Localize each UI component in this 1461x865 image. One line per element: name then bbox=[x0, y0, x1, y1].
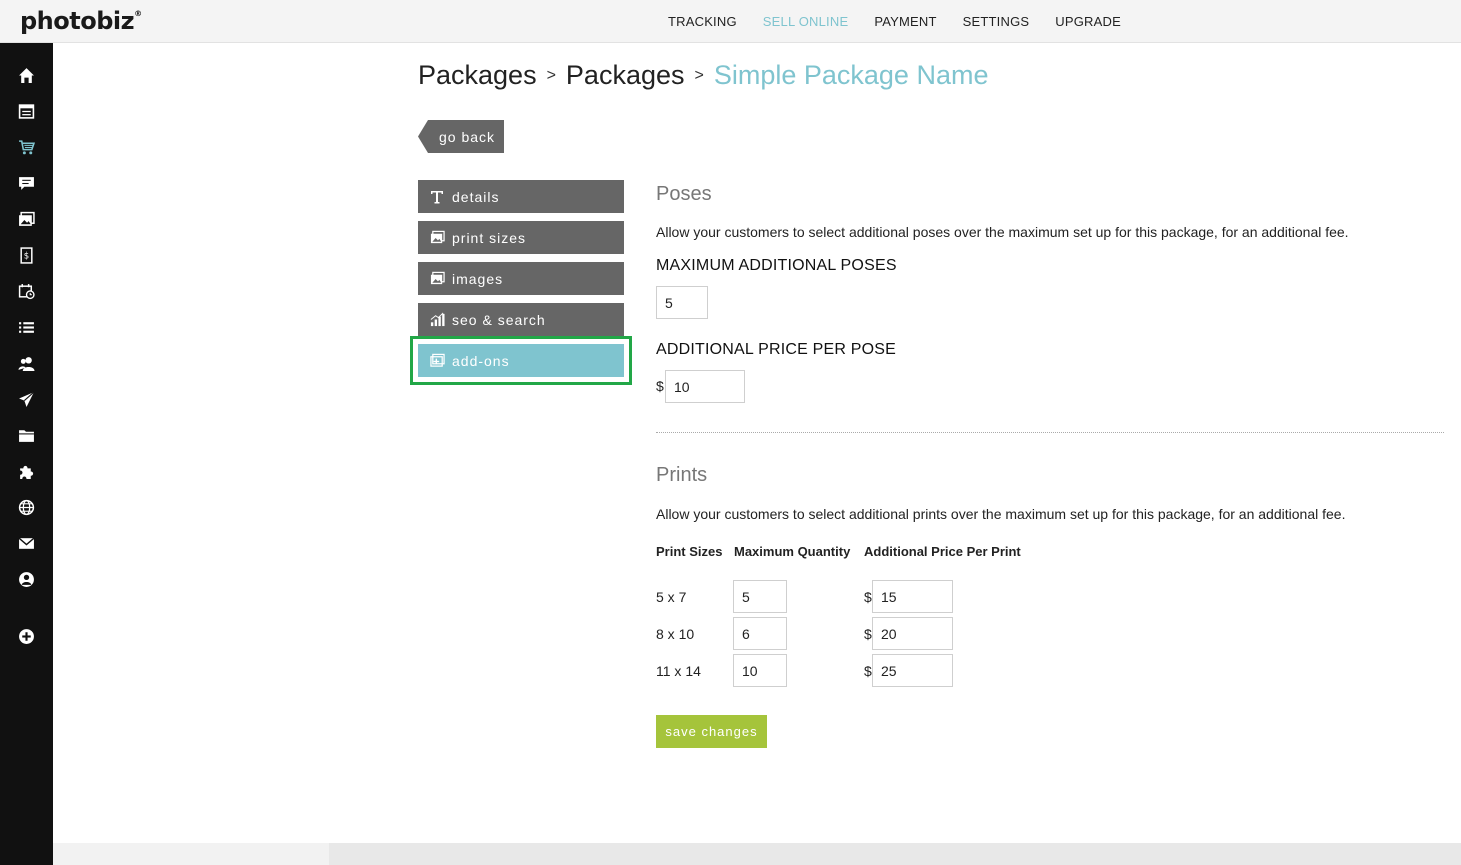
schedule-icon[interactable] bbox=[17, 282, 36, 301]
topnav-upgrade[interactable]: UPGRADE bbox=[1055, 14, 1121, 29]
mail-icon[interactable] bbox=[17, 534, 36, 553]
max-qty-input[interactable]: 5 bbox=[733, 580, 787, 613]
print-size-label: 11 x 14 bbox=[656, 663, 701, 679]
price-per-pose-input[interactable]: 10 bbox=[665, 370, 745, 403]
footer-panel bbox=[329, 843, 1461, 865]
menu-item-label: print sizes bbox=[452, 229, 527, 246]
topnav-settings[interactable]: SETTINGS bbox=[963, 14, 1030, 29]
currency-symbol: $ bbox=[864, 663, 872, 679]
breadcrumb-packages-2[interactable]: Packages bbox=[566, 60, 685, 91]
prints-title: Prints bbox=[656, 464, 708, 486]
top-bar: photobiz® TRACKING SELL ONLINE PAYMENT S… bbox=[0, 0, 1461, 43]
puzzle-icon[interactable] bbox=[17, 462, 36, 481]
price-input[interactable]: 25 bbox=[872, 654, 953, 687]
max-qty-input[interactable]: 6 bbox=[733, 617, 787, 650]
topnav-payment[interactable]: PAYMENT bbox=[874, 14, 936, 29]
logo[interactable]: photobiz® bbox=[20, 7, 142, 35]
top-nav: TRACKING SELL ONLINE PAYMENT SETTINGS UP… bbox=[655, 0, 1134, 43]
folder-icon[interactable] bbox=[17, 426, 36, 445]
sidebar: $ bbox=[0, 43, 53, 865]
menu-item-label: seo & search bbox=[452, 311, 546, 328]
add-circle-icon[interactable] bbox=[17, 627, 36, 646]
cart-icon[interactable] bbox=[17, 138, 36, 157]
currency-symbol: $ bbox=[864, 626, 872, 642]
prints-description: Allow your customers to select additiona… bbox=[656, 506, 1346, 522]
print-size-label: 8 x 10 bbox=[656, 626, 695, 642]
max-qty-input[interactable]: 10 bbox=[733, 654, 787, 687]
chat-icon[interactable] bbox=[17, 174, 36, 193]
breadcrumb: Packages > Packages > Simple Package Nam… bbox=[418, 60, 988, 91]
section-divider bbox=[656, 432, 1444, 433]
breadcrumb-packages-1[interactable]: Packages bbox=[418, 60, 537, 91]
calendar-list-icon[interactable] bbox=[17, 102, 36, 121]
col-max-quantity: Maximum Quantity bbox=[734, 544, 851, 559]
send-icon[interactable] bbox=[17, 390, 36, 409]
selection-highlight bbox=[410, 336, 632, 385]
currency-symbol: $ bbox=[864, 589, 872, 605]
save-changes-button[interactable]: save changes bbox=[656, 715, 767, 748]
image-icon bbox=[428, 229, 446, 247]
globe-icon[interactable] bbox=[17, 498, 36, 517]
currency-symbol: $ bbox=[656, 378, 664, 394]
breadcrumb-separator: > bbox=[694, 66, 704, 84]
image-icon bbox=[428, 270, 446, 288]
menu-item-images[interactable]: images bbox=[418, 262, 624, 295]
signal-icon bbox=[428, 311, 446, 329]
svg-text:$: $ bbox=[24, 252, 29, 262]
price-per-pose-label: ADDITIONAL PRICE PER POSE bbox=[656, 341, 897, 358]
price-input[interactable]: 15 bbox=[872, 580, 953, 613]
menu-item-label: images bbox=[452, 270, 504, 287]
footer-bar bbox=[53, 843, 1461, 865]
max-poses-label: MAXIMUM ADDITIONAL POSES bbox=[656, 257, 897, 274]
invoice-icon[interactable]: $ bbox=[17, 246, 36, 265]
menu-item-print-sizes[interactable]: print sizes bbox=[418, 221, 624, 254]
menu-item-seo-search[interactable]: seo & search bbox=[418, 303, 624, 336]
logo-text: photobiz bbox=[20, 7, 135, 35]
logo-mark: ® bbox=[134, 9, 142, 18]
menu-item-label: details bbox=[452, 188, 500, 205]
poses-title: Poses bbox=[656, 183, 712, 205]
col-price-per-print: Additional Price Per Print bbox=[864, 544, 1021, 559]
go-back-button[interactable]: go back bbox=[418, 120, 504, 153]
poses-description: Allow your customers to select additiona… bbox=[656, 224, 1349, 240]
account-icon[interactable] bbox=[17, 570, 36, 589]
topnav-sell-online[interactable]: SELL ONLINE bbox=[763, 14, 849, 29]
price-input[interactable]: 20 bbox=[872, 617, 953, 650]
contacts-icon[interactable] bbox=[17, 354, 36, 373]
col-print-sizes: Print Sizes bbox=[656, 544, 723, 559]
print-size-label: 5 x 7 bbox=[656, 589, 687, 605]
max-poses-input[interactable]: 5 bbox=[656, 286, 708, 319]
text-icon bbox=[428, 188, 446, 206]
breadcrumb-separator: > bbox=[546, 66, 556, 84]
breadcrumb-current: Simple Package Name bbox=[713, 60, 989, 90]
menu-item-details[interactable]: details bbox=[418, 180, 624, 213]
home-icon[interactable] bbox=[17, 66, 36, 85]
topnav-tracking[interactable]: TRACKING bbox=[668, 14, 737, 29]
list-icon[interactable] bbox=[17, 318, 36, 337]
gallery-icon[interactable] bbox=[17, 210, 36, 229]
